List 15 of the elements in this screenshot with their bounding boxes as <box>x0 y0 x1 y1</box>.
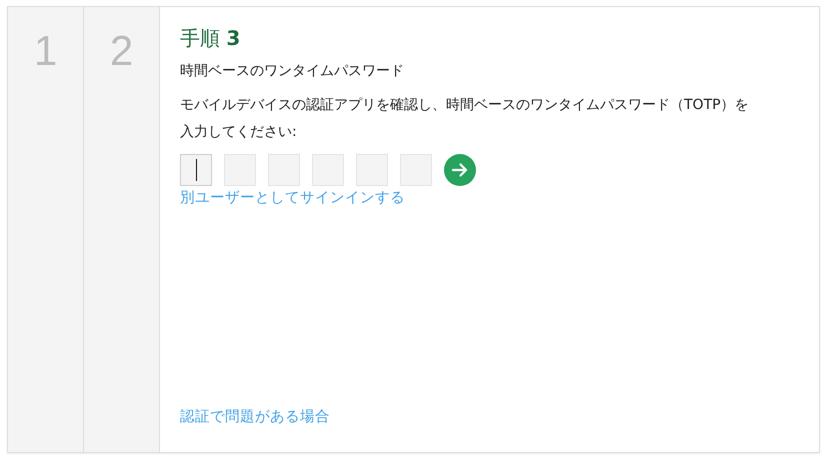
submit-button[interactable] <box>444 154 476 186</box>
step-title: 手順 3 <box>180 25 242 52</box>
trouble-link[interactable]: 認証で問題がある場合 <box>180 407 330 426</box>
subtitle: 時間ベースのワンタイムパスワード <box>180 62 405 80</box>
step-number: 1 <box>34 27 58 75</box>
code-digit-field[interactable] <box>268 154 300 186</box>
instructions: モバイルデバイスの認証アプリを確認し、時間ベースのワンタイムパスワード（TOTP）を入力してください: <box>180 96 750 142</box>
code-digit-field[interactable] <box>224 154 256 186</box>
code-digit-field[interactable] <box>356 154 388 186</box>
code-digit-field[interactable] <box>312 154 344 186</box>
step-number: 2 <box>110 27 134 75</box>
switch-user-link[interactable]: 別ユーザーとしてサインインする <box>180 188 405 207</box>
arrow-right-icon <box>451 161 469 179</box>
code-digit-field[interactable] <box>180 154 212 186</box>
code-digit-field[interactable] <box>400 154 432 186</box>
